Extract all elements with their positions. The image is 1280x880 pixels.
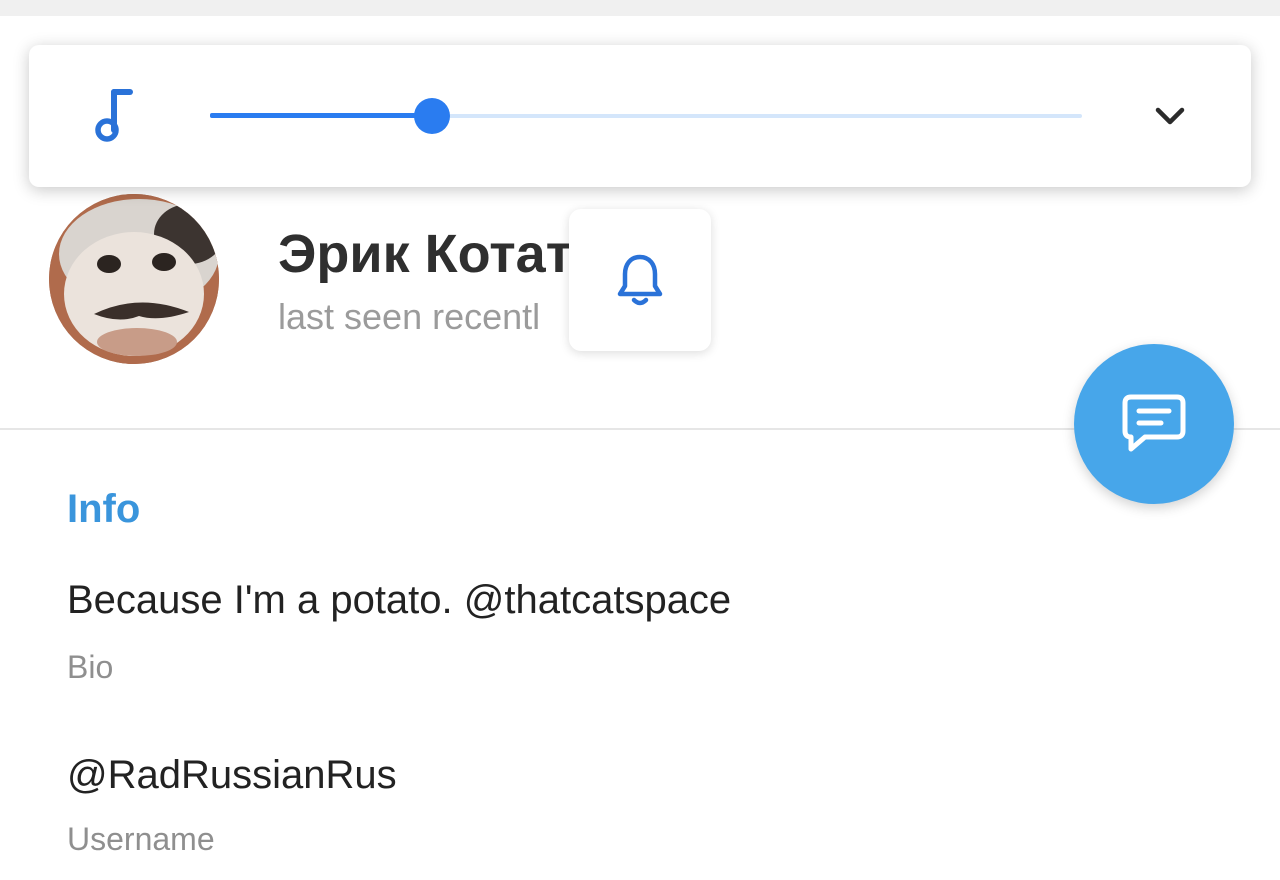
last-seen-status: last seen recentl [278, 296, 541, 337]
info-heading: Info [67, 487, 141, 531]
slider-fill [210, 113, 433, 118]
status-bar-strip [0, 0, 1280, 16]
bio-value[interactable]: Because I'm a potato. @thatcatspace [67, 575, 731, 625]
chevron-down-icon [1155, 107, 1185, 125]
bio-label: Bio [67, 649, 114, 685]
playback-progress-slider[interactable] [210, 96, 1082, 136]
collapse-player-button[interactable] [1150, 100, 1190, 134]
bell-icon [617, 254, 663, 306]
avatar[interactable] [49, 194, 219, 364]
avatar-photo [49, 194, 219, 364]
username-value[interactable]: @RadRussianRus [67, 750, 397, 800]
music-note-icon[interactable] [90, 82, 140, 148]
message-icon [1122, 394, 1186, 452]
username-label: Username [67, 821, 215, 857]
slider-thumb[interactable] [414, 98, 451, 134]
notifications-button[interactable] [569, 209, 711, 351]
profile-name: Эрик Котат [278, 224, 573, 284]
send-message-button[interactable] [1074, 344, 1234, 504]
